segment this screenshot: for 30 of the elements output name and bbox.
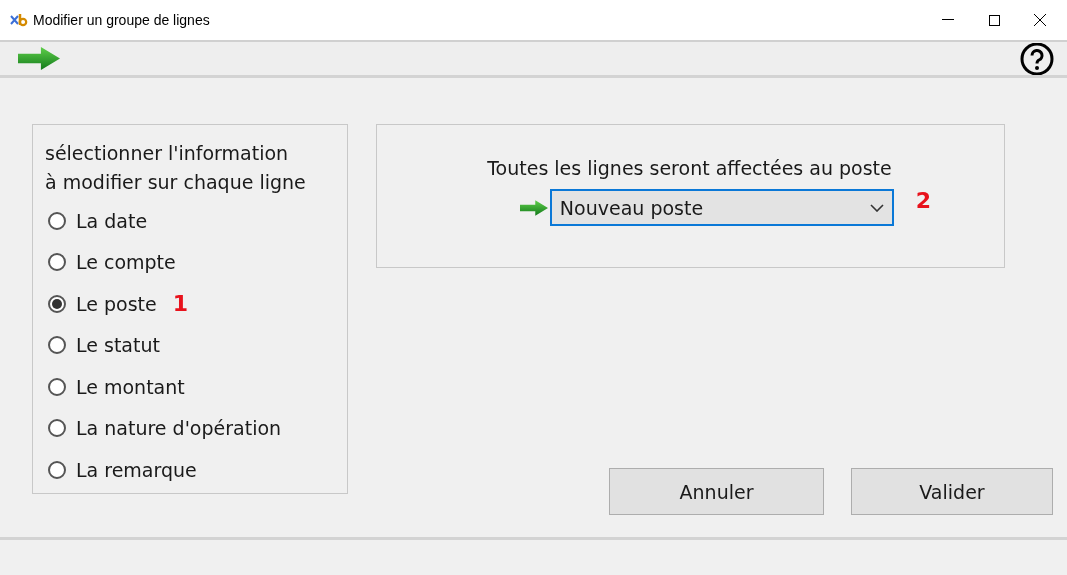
radio-button[interactable]: [48, 419, 66, 438]
app-icon: [10, 13, 28, 27]
arrow-icon: [18, 47, 60, 70]
dialog-button[interactable]: Annuler: [609, 468, 824, 515]
option-label[interactable]: Le poste: [76, 292, 157, 315]
option-label[interactable]: Le montant: [76, 375, 185, 398]
close-icon[interactable]: [1034, 14, 1046, 26]
option-label[interactable]: Le compte: [76, 251, 176, 274]
prompt-text: Toutes les lignes seront affectées au poste: [487, 157, 892, 179]
maximize-icon[interactable]: [988, 14, 1000, 26]
option-label[interactable]: La nature d'opération: [76, 417, 282, 440]
dialog-button[interactable]: Valider: [851, 468, 1053, 515]
option-label[interactable]: Le statut: [76, 334, 160, 357]
arrow-icon: [519, 199, 548, 216]
chevron-icon: [869, 203, 884, 212]
post-dropdown[interactable]: Nouveau poste: [549, 189, 894, 226]
minimize-icon[interactable]: [942, 19, 954, 21]
window-title: Modifier un groupe de lignes: [33, 12, 211, 28]
instruction-text: sélectionner l'information à modifier sur chaque ligne: [45, 141, 307, 195]
radio-button[interactable]: [48, 211, 66, 230]
radio-button[interactable]: [48, 253, 66, 272]
callout-number: 2: [915, 188, 932, 213]
radio-button[interactable]: [48, 294, 66, 313]
option-label[interactable]: La date: [76, 209, 148, 232]
radio-button[interactable]: [48, 336, 66, 355]
option-label[interactable]: La remarque: [76, 458, 197, 481]
callout-number: 1: [172, 291, 189, 317]
radio-button[interactable]: [48, 460, 66, 479]
radio-button[interactable]: [48, 377, 66, 396]
help-icon[interactable]: [1019, 42, 1055, 75]
